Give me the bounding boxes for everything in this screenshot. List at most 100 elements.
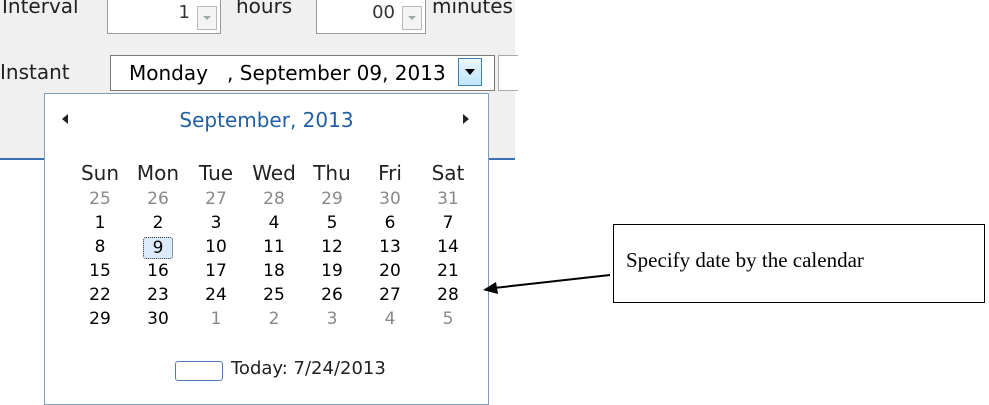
calendar-day-label: 11 xyxy=(263,237,285,257)
calendar-day[interactable]: 13 xyxy=(361,237,419,261)
calendar-popup: September, 2013 Sun Mon Tue Wed Thu Fri Sat 25 2… xyxy=(44,93,489,405)
today-link[interactable]: Today: 7/24/2013 xyxy=(231,358,386,379)
calendar-day[interactable]: 14 xyxy=(419,237,477,261)
hours-value: 1 xyxy=(178,2,190,23)
calendar-day-label: 26 xyxy=(147,189,169,209)
calendar-day-label: 23 xyxy=(147,285,169,305)
calendar-day-label: 8 xyxy=(94,237,106,257)
calendar-day-label: 2 xyxy=(152,213,164,233)
weekday-header: Mon xyxy=(136,161,180,185)
calendar-day[interactable]: 3 xyxy=(187,213,245,237)
weekday-header: Thu xyxy=(313,161,351,185)
calendar-day[interactable]: 20 xyxy=(361,261,419,285)
calendar-day-label: 29 xyxy=(321,189,343,209)
calendar-day[interactable]: 12 xyxy=(303,237,361,261)
weekday-header: Fri xyxy=(378,161,402,185)
calendar-day[interactable]: 1 xyxy=(187,309,245,333)
calendar-day-selected[interactable]: 9 xyxy=(129,237,187,261)
calendar-day[interactable]: 30 xyxy=(361,189,419,213)
next-month-icon[interactable] xyxy=(463,114,469,124)
calendar-day[interactable]: 5 xyxy=(419,309,477,333)
calendar-day-label: 31 xyxy=(437,189,459,209)
calendar-day-label: 27 xyxy=(205,189,227,209)
date-dropdown-button[interactable] xyxy=(458,58,482,86)
calendar-day[interactable]: 24 xyxy=(187,285,245,309)
calendar-day[interactable]: 19 xyxy=(303,261,361,285)
hours-label: hours xyxy=(236,0,293,18)
hours-spinner[interactable]: 1 xyxy=(107,0,221,34)
calendar-day[interactable]: 5 xyxy=(303,213,361,237)
callout-text: Specify date by the calendar xyxy=(626,248,864,272)
calendar-day-label: 1 xyxy=(94,213,106,233)
weekday-header: Tue xyxy=(198,161,234,185)
calendar-day[interactable]: 1 xyxy=(71,213,129,237)
calendar-day-label: 24 xyxy=(205,285,227,305)
calendar-day[interactable]: 26 xyxy=(129,189,187,213)
calendar-day[interactable]: 15 xyxy=(71,261,129,285)
calendar-day[interactable]: 25 xyxy=(71,189,129,213)
calendar-day-label: 4 xyxy=(268,213,280,233)
calendar-day[interactable]: 7 xyxy=(419,213,477,237)
calendar-day-label: 27 xyxy=(379,285,401,305)
calendar-day-label: 13 xyxy=(379,237,401,257)
hours-spin-down-button[interactable] xyxy=(197,6,217,30)
calendar-day[interactable]: 8 xyxy=(71,237,129,261)
calendar-day-label: 14 xyxy=(437,237,459,257)
minutes-spin-down-button[interactable] xyxy=(402,6,422,30)
calendar-day[interactable]: 2 xyxy=(245,309,303,333)
calendar-day[interactable]: 22 xyxy=(71,285,129,309)
calendar-day-label: 1 xyxy=(210,309,222,329)
calendar-day-label: 16 xyxy=(147,261,169,281)
interval-label: Interval xyxy=(2,0,79,18)
callout-box: Specify date by the calendar xyxy=(613,224,985,303)
calendar-day-label: 7 xyxy=(442,213,454,233)
calendar-day-label: 4 xyxy=(384,309,396,329)
calendar-day[interactable]: 23 xyxy=(129,285,187,309)
instant-label: Instant xyxy=(0,60,70,84)
date-picker-field[interactable]: Monday , September 09, 2013 xyxy=(110,55,495,91)
calendar-day[interactable]: 29 xyxy=(71,309,129,333)
adjacent-field[interactable] xyxy=(498,55,518,91)
calendar-day-label: 17 xyxy=(205,261,227,281)
calendar-day-label: 6 xyxy=(384,213,396,233)
calendar-grid: Sun Mon Tue Wed Thu Fri Sat 25 26 27 28 29 30 31 1 2 3 4 5… xyxy=(71,161,477,333)
calendar-day[interactable]: 2 xyxy=(129,213,187,237)
calendar-day[interactable]: 11 xyxy=(245,237,303,261)
calendar-day[interactable]: 26 xyxy=(303,285,361,309)
calendar-day[interactable]: 21 xyxy=(419,261,477,285)
calendar-day-label: 28 xyxy=(437,285,459,305)
calendar-day-label: 2 xyxy=(268,309,280,329)
calendar-day-label: 25 xyxy=(89,189,111,209)
calendar-month-title[interactable]: September, 2013 xyxy=(45,108,488,132)
calendar-day-label: 18 xyxy=(263,261,285,281)
calendar-day[interactable]: 27 xyxy=(187,189,245,213)
calendar-day[interactable]: 6 xyxy=(361,213,419,237)
calendar-day-label: 25 xyxy=(263,285,285,305)
calendar-day[interactable]: 27 xyxy=(361,285,419,309)
calendar-day[interactable]: 31 xyxy=(419,189,477,213)
calendar-day[interactable]: 28 xyxy=(419,285,477,309)
calendar-day[interactable]: 4 xyxy=(361,309,419,333)
minutes-spinner[interactable]: 00 xyxy=(316,0,426,34)
calendar-day[interactable]: 30 xyxy=(129,309,187,333)
calendar-day[interactable]: 16 xyxy=(129,261,187,285)
calendar-day[interactable]: 10 xyxy=(187,237,245,261)
today-indicator-box[interactable] xyxy=(175,361,223,381)
calendar-day[interactable]: 3 xyxy=(303,309,361,333)
weekday-header: Wed xyxy=(252,161,296,185)
calendar-day-label: 5 xyxy=(442,309,454,329)
calendar-day-label: 20 xyxy=(379,261,401,281)
calendar-day[interactable]: 25 xyxy=(245,285,303,309)
minutes-label: minutes xyxy=(432,0,513,18)
calendar-day-label: 21 xyxy=(437,261,459,281)
callout-arrow xyxy=(483,274,611,294)
calendar-day[interactable]: 28 xyxy=(245,189,303,213)
calendar-day[interactable]: 18 xyxy=(245,261,303,285)
calendar-day[interactable]: 4 xyxy=(245,213,303,237)
calendar-day[interactable]: 17 xyxy=(187,261,245,285)
calendar-day[interactable]: 29 xyxy=(303,189,361,213)
calendar-day-label: 12 xyxy=(321,237,343,257)
date-picker-value: Monday , September 09, 2013 xyxy=(129,61,446,85)
calendar-day-label: 29 xyxy=(89,309,111,329)
calendar-day-label: 30 xyxy=(147,309,169,329)
